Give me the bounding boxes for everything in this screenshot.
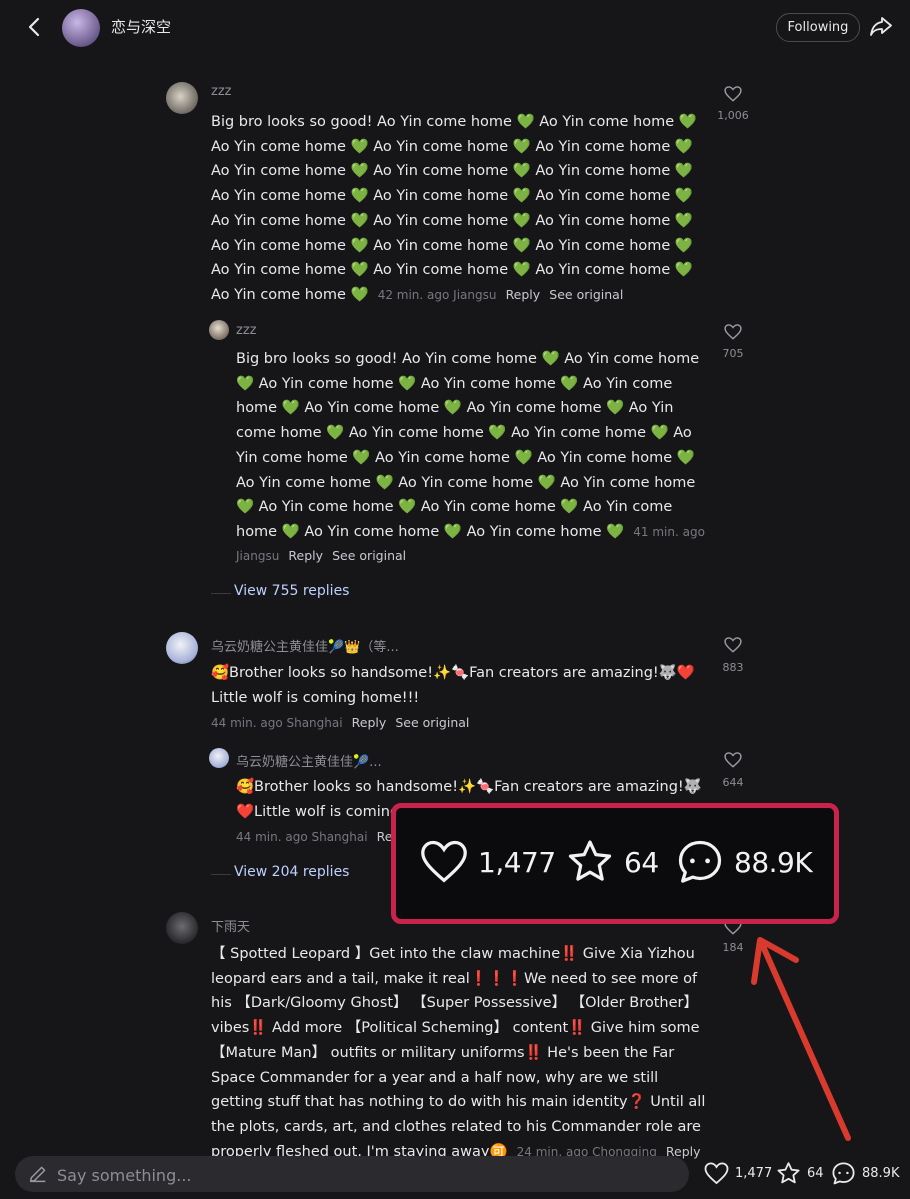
- star-icon: [568, 840, 612, 881]
- comment-username[interactable]: 乌云奶糖公主黄佳佳🎾👑（等...: [211, 636, 399, 655]
- like-count: 883: [722, 661, 744, 674]
- comment-body: Big bro looks so good! Ao Yin come home …: [236, 347, 706, 564]
- share-icon[interactable]: [868, 13, 894, 39]
- star-button[interactable]: 64: [775, 1160, 824, 1187]
- comment-body: 【 Spotted Leopard 】Get into the claw mac…: [211, 942, 706, 1164]
- heart-icon[interactable]: [723, 635, 743, 655]
- divider: [211, 593, 231, 594]
- comment-username[interactable]: 下雨天: [211, 916, 250, 935]
- see-original-link[interactable]: See original: [395, 715, 469, 730]
- following-button[interactable]: Following: [776, 13, 860, 42]
- comment-body: Big bro looks so good! Ao Yin come home …: [211, 110, 706, 308]
- comment-meta: 44 min. ago Shanghai: [236, 830, 368, 845]
- comment-meta: 42 min. ago Jiangsu: [377, 287, 497, 302]
- highlight-comment-count: 88.9K: [734, 845, 813, 879]
- engagement-highlight-box: 1,477 64 88.9K: [391, 803, 839, 924]
- reply-button[interactable]: Reply: [506, 287, 541, 302]
- channel-title[interactable]: 恋与深空: [111, 16, 171, 37]
- comment-button[interactable]: 88.9K: [830, 1160, 899, 1187]
- channel-avatar[interactable]: [62, 9, 100, 47]
- heart-icon: [704, 1162, 729, 1185]
- comment-bubble-icon: [678, 840, 722, 883]
- avatar[interactable]: [166, 82, 198, 114]
- reply-button[interactable]: Reply: [288, 548, 323, 563]
- like-count: 1,477: [735, 1166, 773, 1181]
- comment-username[interactable]: zzz: [211, 84, 231, 99]
- divider: [211, 874, 231, 875]
- avatar[interactable]: [209, 748, 229, 768]
- see-original-link[interactable]: See original: [332, 548, 406, 563]
- comment-username[interactable]: zzz: [236, 323, 256, 338]
- avatar[interactable]: [166, 632, 198, 664]
- comment-input-bar[interactable]: [15, 1156, 689, 1194]
- comment-text: Big bro looks so good! Ao Yin come home …: [211, 114, 697, 303]
- star-count: 64: [807, 1166, 824, 1181]
- like-count: 705: [722, 347, 744, 360]
- avatar[interactable]: [209, 320, 229, 340]
- star-icon: [777, 1162, 800, 1184]
- comment-username[interactable]: 乌云奶糖公主黄佳佳🎾...: [236, 751, 382, 770]
- back-arrow-icon[interactable]: [22, 14, 48, 40]
- comment-count: 88.9K: [862, 1166, 900, 1181]
- like-count: 644: [722, 776, 744, 789]
- heart-icon[interactable]: [723, 84, 743, 104]
- like-button[interactable]: 1,477: [703, 1160, 772, 1187]
- comment-bubble-icon: [832, 1162, 855, 1185]
- highlight-like-count: 1,477: [478, 845, 556, 879]
- pencil-icon: [29, 1166, 46, 1183]
- see-original-link[interactable]: See original: [549, 287, 623, 302]
- comment-text: 🥰Brother looks so handsome!✨🍬Fan creator…: [211, 665, 695, 706]
- like-count: 1,006: [717, 109, 749, 122]
- annotation-arrow: [751, 937, 851, 1141]
- heart-icon[interactable]: [723, 322, 743, 342]
- reply-button[interactable]: Reply: [352, 715, 387, 730]
- comment-meta: 44 min. ago Shanghai: [211, 716, 343, 731]
- comment-input[interactable]: [55, 1156, 679, 1194]
- highlight-star-count: 64: [624, 845, 659, 879]
- heart-icon[interactable]: [723, 750, 743, 770]
- comment-text: Big bro looks so good! Ao Yin come home …: [236, 351, 700, 540]
- avatar[interactable]: [166, 912, 198, 944]
- comment-body: 🥰Brother looks so handsome!✨🍬Fan creator…: [211, 661, 706, 731]
- view-replies-link[interactable]: View 755 replies: [234, 583, 349, 599]
- heart-icon: [421, 840, 467, 883]
- comment-text: 【 Spotted Leopard 】Get into the claw mac…: [211, 946, 706, 1160]
- view-replies-link[interactable]: View 204 replies: [234, 864, 349, 880]
